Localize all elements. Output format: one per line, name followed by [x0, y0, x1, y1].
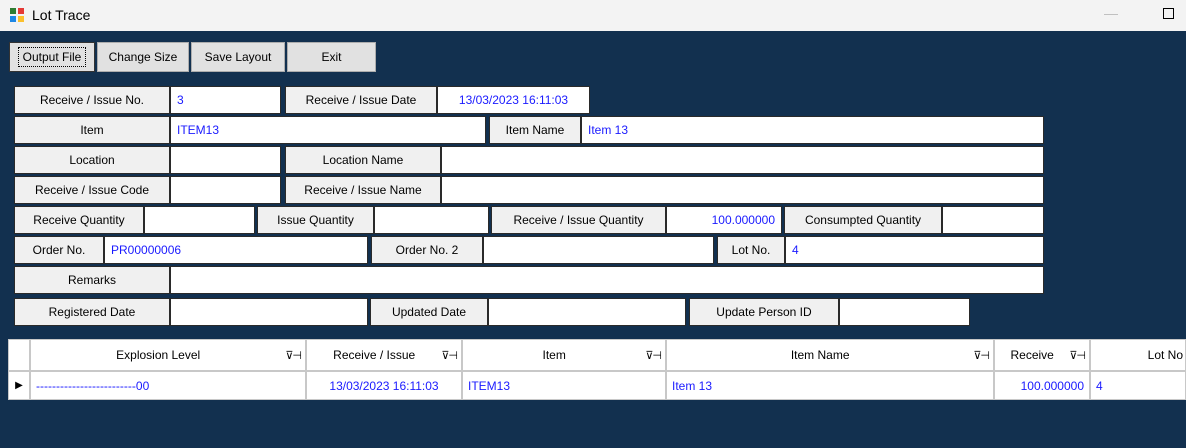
column-header-lot-no[interactable]: Lot No — [1090, 339, 1186, 371]
app-icon — [10, 8, 24, 22]
grid-empty-area — [8, 400, 1186, 448]
receive-issue-date-label: Receive / Issue Date — [285, 86, 437, 114]
column-header-receive[interactable]: Receive ⊽⊣ — [994, 339, 1090, 371]
updated-date-field[interactable] — [488, 298, 686, 326]
registered-date-label: Registered Date — [14, 298, 170, 326]
cell-lot-no[interactable]: 4 — [1090, 371, 1186, 400]
column-header-label: Item Name — [790, 348, 850, 362]
item-label: Item — [14, 116, 170, 144]
cell-receive-issue[interactable]: 13/03/2023 16:11:03 — [306, 371, 462, 400]
remarks-label: Remarks — [14, 266, 170, 294]
order-no-2-label: Order No. 2 — [371, 236, 483, 264]
receive-quantity-field[interactable] — [144, 206, 255, 234]
filter-pin-icon[interactable]: ⊽⊣ — [973, 349, 990, 362]
column-header-label: Receive / Issue — [333, 348, 416, 362]
output-file-button[interactable]: Output File — [9, 42, 95, 72]
cell-explosion-level[interactable]: -------------------------00 — [30, 371, 306, 400]
filter-pin-icon[interactable]: ⊽⊣ — [441, 349, 458, 362]
filter-pin-icon[interactable]: ⊽⊣ — [285, 349, 302, 362]
receive-issue-no-field[interactable]: 3 — [170, 86, 281, 114]
order-no-2-field[interactable] — [483, 236, 714, 264]
row-selector-icon[interactable]: ▶ — [8, 371, 30, 400]
updated-date-label: Updated Date — [370, 298, 488, 326]
location-name-label: Location Name — [285, 146, 441, 174]
location-label: Location — [14, 146, 170, 174]
order-no-label: Order No. — [14, 236, 104, 264]
change-size-button[interactable]: Change Size — [97, 42, 189, 72]
order-no-field[interactable]: PR00000006 — [104, 236, 368, 264]
column-header-label: Explosion Level — [116, 348, 201, 362]
lot-no-label: Lot No. — [717, 236, 785, 264]
item-name-label: Item Name — [489, 116, 581, 144]
receive-issue-code-label: Receive / Issue Code — [14, 176, 170, 204]
receive-issue-quantity-field[interactable]: 100.000000 — [666, 206, 782, 234]
grid-corner-header — [8, 339, 30, 371]
column-header-item[interactable]: Item ⊽⊣ — [462, 339, 666, 371]
column-header-label: Item — [542, 348, 566, 362]
output-file-label: Output File — [17, 47, 87, 67]
column-header-receive-issue[interactable]: Receive / Issue ⊽⊣ — [306, 339, 462, 371]
lot-no-field[interactable]: 4 — [785, 236, 1044, 264]
column-header-label: Lot No — [1147, 348, 1183, 362]
update-person-id-field[interactable] — [839, 298, 970, 326]
receive-issue-date-field[interactable]: 13/03/2023 16:11:03 — [437, 86, 590, 114]
lot-trace-window: Lot Trace Output File Change Size Save L… — [0, 0, 1186, 448]
receive-issue-no-label: Receive / Issue No. — [14, 86, 170, 114]
minimize-icon[interactable] — [1104, 14, 1118, 15]
remarks-field[interactable] — [170, 266, 1044, 294]
receive-issue-name-field[interactable] — [441, 176, 1044, 204]
receive-issue-code-field[interactable] — [170, 176, 281, 204]
column-header-explosion-level[interactable]: Explosion Level ⊽⊣ — [30, 339, 306, 371]
cell-item-name[interactable]: Item 13 — [666, 371, 994, 400]
exit-button[interactable]: Exit — [287, 42, 376, 72]
cell-receive[interactable]: 100.000000 — [994, 371, 1090, 400]
filter-pin-icon[interactable]: ⊽⊣ — [645, 349, 662, 362]
column-header-label: Receive — [1010, 348, 1054, 362]
item-name-field[interactable]: Item 13 — [581, 116, 1044, 144]
save-layout-button[interactable]: Save Layout — [191, 42, 285, 72]
filter-pin-icon[interactable]: ⊽⊣ — [1069, 349, 1086, 362]
location-field[interactable] — [170, 146, 281, 174]
receive-issue-name-label: Receive / Issue Name — [285, 176, 441, 204]
cell-item[interactable]: ITEM13 — [462, 371, 666, 400]
title-bar: Lot Trace — [0, 0, 1186, 31]
receive-issue-quantity-label: Receive / Issue Quantity — [491, 206, 666, 234]
issue-quantity-label: Issue Quantity — [257, 206, 374, 234]
location-name-field[interactable] — [441, 146, 1044, 174]
receive-quantity-label: Receive Quantity — [14, 206, 144, 234]
column-header-item-name[interactable]: Item Name ⊽⊣ — [666, 339, 994, 371]
registered-date-field[interactable] — [170, 298, 368, 326]
lot-trace-grid: Explosion Level ⊽⊣ Receive / Issue ⊽⊣ It… — [8, 339, 1186, 448]
window-title: Lot Trace — [32, 7, 91, 23]
maximize-icon[interactable] — [1163, 8, 1174, 19]
consumpted-quantity-label: Consumpted Quantity — [784, 206, 942, 234]
issue-quantity-field[interactable] — [374, 206, 489, 234]
item-field[interactable]: ITEM13 — [170, 116, 486, 144]
update-person-id-label: Update Person ID — [689, 298, 839, 326]
consumpted-quantity-field[interactable] — [942, 206, 1044, 234]
